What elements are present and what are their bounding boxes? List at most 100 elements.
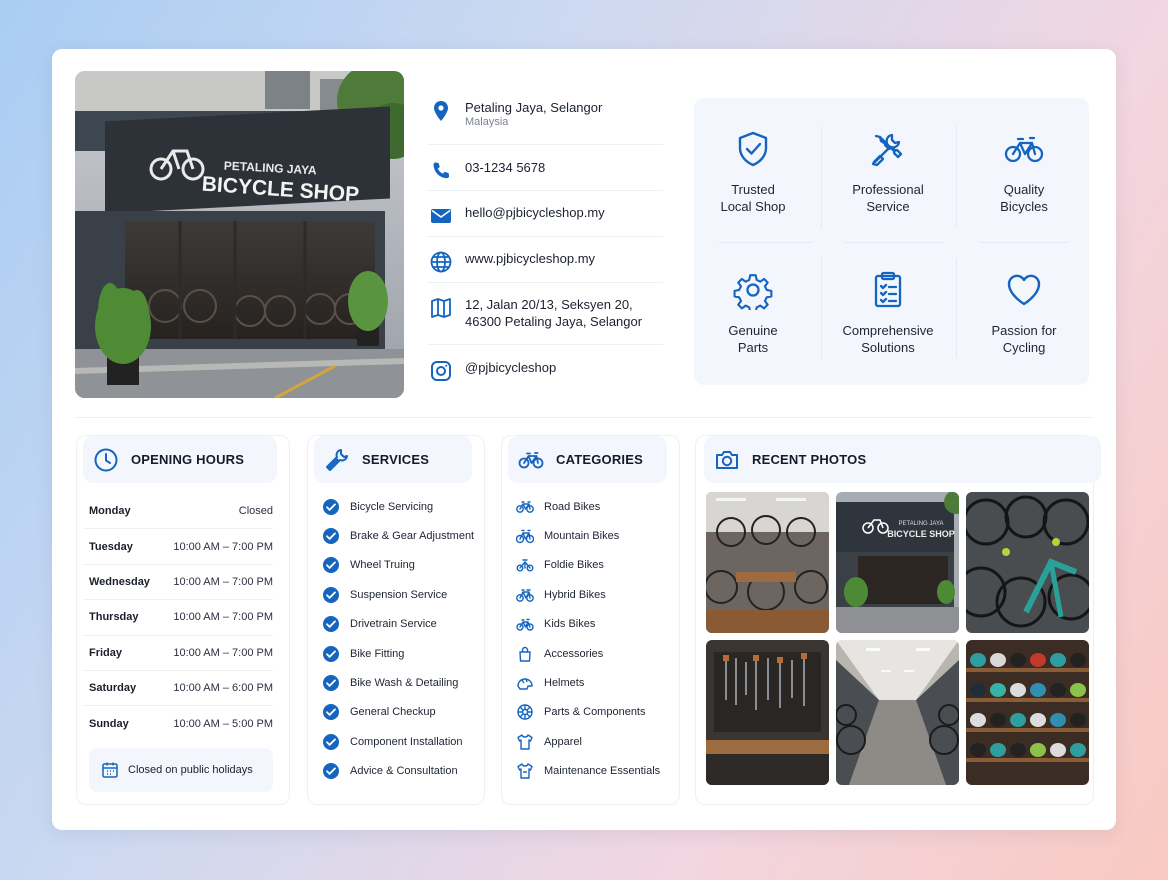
check-circle-icon xyxy=(322,733,340,751)
photo-workshop[interactable] xyxy=(706,492,829,633)
services-title: SERVICES xyxy=(362,452,430,467)
divider xyxy=(979,242,1069,243)
photo-grid: PETALING JAYA BICYCLE SHOP xyxy=(706,492,1089,785)
services-list: Bicycle Servicing Brake & Gear Adjustmen… xyxy=(322,492,474,786)
contact-address[interactable]: 12, Jalan 20/13, Seksyen 20, 46300 Petal… xyxy=(427,283,663,345)
service-label: Brake & Gear Adjustment xyxy=(350,530,475,543)
divider xyxy=(821,126,822,229)
day-label: Tuesday xyxy=(89,540,133,553)
wrench-icon xyxy=(324,447,350,473)
service-item[interactable]: Brake & Gear Adjustment xyxy=(322,521,474,550)
time-value: Closed xyxy=(238,505,273,518)
service-label: Bike Fitting xyxy=(350,647,405,660)
check-circle-icon xyxy=(322,674,340,692)
recent-photos-title: RECENT PHOTOS xyxy=(752,452,867,467)
mail-icon xyxy=(429,204,453,228)
tools-icon xyxy=(868,129,908,169)
feature-trusted: Trusted Local Shop xyxy=(689,129,817,215)
category-label: Kids Bikes xyxy=(544,618,596,631)
service-item[interactable]: Bike Fitting xyxy=(322,639,474,668)
photo-store-aisle[interactable] xyxy=(836,640,959,785)
category-item[interactable]: Mountain Bikes xyxy=(516,521,660,550)
category-label: Road Bikes xyxy=(544,500,601,513)
photo-helmets[interactable] xyxy=(966,640,1089,785)
instagram-icon xyxy=(429,359,453,383)
service-item[interactable]: General Checkup xyxy=(322,698,474,727)
contact-instagram[interactable]: @pjbicycleshop xyxy=(427,345,663,391)
category-label: Accessories xyxy=(544,647,604,660)
photo-tool-wall[interactable] xyxy=(706,640,829,785)
divider xyxy=(718,242,813,243)
time-value: 10:00 AM – 7:00 PM xyxy=(173,611,273,624)
service-item[interactable]: Bike Wash & Detailing xyxy=(322,668,474,697)
category-item[interactable]: Maintenance Essentials xyxy=(516,757,660,786)
hours-table: Monday Closed Tuesday 10:00 AM – 7:00 PM W… xyxy=(83,494,273,742)
category-label: Maintenance Essentials xyxy=(544,765,661,778)
parts-icon xyxy=(516,703,534,721)
category-item[interactable]: Road Bikes xyxy=(516,492,660,521)
day-label: Wednesday xyxy=(89,575,150,588)
divider xyxy=(844,242,944,243)
services-header: SERVICES xyxy=(314,436,472,483)
map-icon xyxy=(429,296,453,320)
service-item[interactable]: Wheel Truing xyxy=(322,551,474,580)
check-circle-icon xyxy=(322,703,340,721)
contact-location[interactable]: Petaling Jaya, Selangor Malaysia xyxy=(427,89,663,145)
category-item[interactable]: Hybrid Bikes xyxy=(516,580,660,609)
bicycle-icon xyxy=(516,586,534,604)
check-circle-icon xyxy=(322,762,340,780)
check-circle-icon xyxy=(322,645,340,663)
service-item[interactable]: Component Installation xyxy=(322,727,474,756)
section-divider xyxy=(75,417,1093,418)
check-circle-icon xyxy=(322,615,340,633)
categories-title: CATEGORIES xyxy=(556,452,643,467)
category-label: Foldie Bikes xyxy=(544,559,604,572)
photo-storefront[interactable]: PETALING JAYA BICYCLE SHOP xyxy=(836,492,959,633)
opening-hours-title: OPENING HOURS xyxy=(131,452,245,467)
feature-label: Professional Service xyxy=(852,182,924,214)
category-item[interactable]: Kids Bikes xyxy=(516,610,660,639)
service-item[interactable]: Drivetrain Service xyxy=(322,610,474,639)
hours-row: Saturday 10:00 AM – 6:00 PM xyxy=(83,671,273,707)
recent-photos-header: RECENT PHOTOS xyxy=(704,436,1101,483)
category-label: Parts & Components xyxy=(544,706,646,719)
storefront-illustration: PETALING JAYA BICYCLE SHOP xyxy=(75,71,404,398)
bicycle-icon xyxy=(516,556,534,574)
contact-website[interactable]: www.pjbicycleshop.my xyxy=(427,237,663,283)
opening-hours-panel: OPENING HOURS Monday Closed Tuesday 10:00 … xyxy=(76,435,290,805)
category-item[interactable]: Helmets xyxy=(516,668,660,697)
hours-row: Tuesday 10:00 AM – 7:00 PM xyxy=(83,529,273,565)
category-item[interactable]: Parts & Components xyxy=(516,698,660,727)
service-label: Bike Wash & Detailing xyxy=(350,677,459,690)
service-item[interactable]: Advice & Consultation xyxy=(322,757,474,786)
feature-comprehensive: Comprehensive Solutions xyxy=(824,270,952,356)
bicycle-icon xyxy=(516,615,534,633)
feature-label: Comprehensive Solutions xyxy=(842,323,934,355)
hours-row: Thursday 10:00 AM – 7:00 PM xyxy=(83,600,273,636)
map-pin-icon xyxy=(429,99,453,123)
storefront-photo[interactable]: PETALING JAYA BICYCLE SHOP xyxy=(75,71,404,398)
feature-label: Trusted Local Shop xyxy=(720,182,786,214)
service-label: General Checkup xyxy=(350,706,436,719)
photo-bikes-closeup[interactable] xyxy=(966,492,1089,633)
categories-panel: CATEGORIES Road Bikes Mountain Bikes Fol… xyxy=(501,435,680,805)
website-text: www.pjbicycleshop.my xyxy=(465,251,596,266)
category-label: Helmets xyxy=(544,677,585,690)
contact-email[interactable]: hello@pjbicycleshop.my xyxy=(427,191,663,237)
address-line1: 12, Jalan 20/13, Seksyen 20, xyxy=(465,297,633,312)
bicycle-icon xyxy=(518,447,544,473)
service-item[interactable]: Suspension Service xyxy=(322,580,474,609)
check-circle-icon xyxy=(322,586,340,604)
service-item[interactable]: Bicycle Servicing xyxy=(322,492,474,521)
shirt-icon xyxy=(516,762,534,780)
shop-info-card: PETALING JAYA BICYCLE SHOP Petaling Jaya… xyxy=(52,49,1116,830)
time-value: 10:00 AM – 7:00 PM xyxy=(173,540,273,553)
contact-phone[interactable]: 03-1234 5678 xyxy=(427,145,663,191)
category-item[interactable]: Foldie Bikes xyxy=(516,551,660,580)
hours-row: Wednesday 10:00 AM – 7:00 PM xyxy=(83,565,273,601)
category-item[interactable]: Accessories xyxy=(516,639,660,668)
day-label: Monday xyxy=(89,505,131,518)
photo-sign-line2: BICYCLE SHOP xyxy=(887,529,955,539)
contact-list: Petaling Jaya, Selangor Malaysia 03-1234… xyxy=(427,89,663,391)
category-item[interactable]: Apparel xyxy=(516,727,660,756)
